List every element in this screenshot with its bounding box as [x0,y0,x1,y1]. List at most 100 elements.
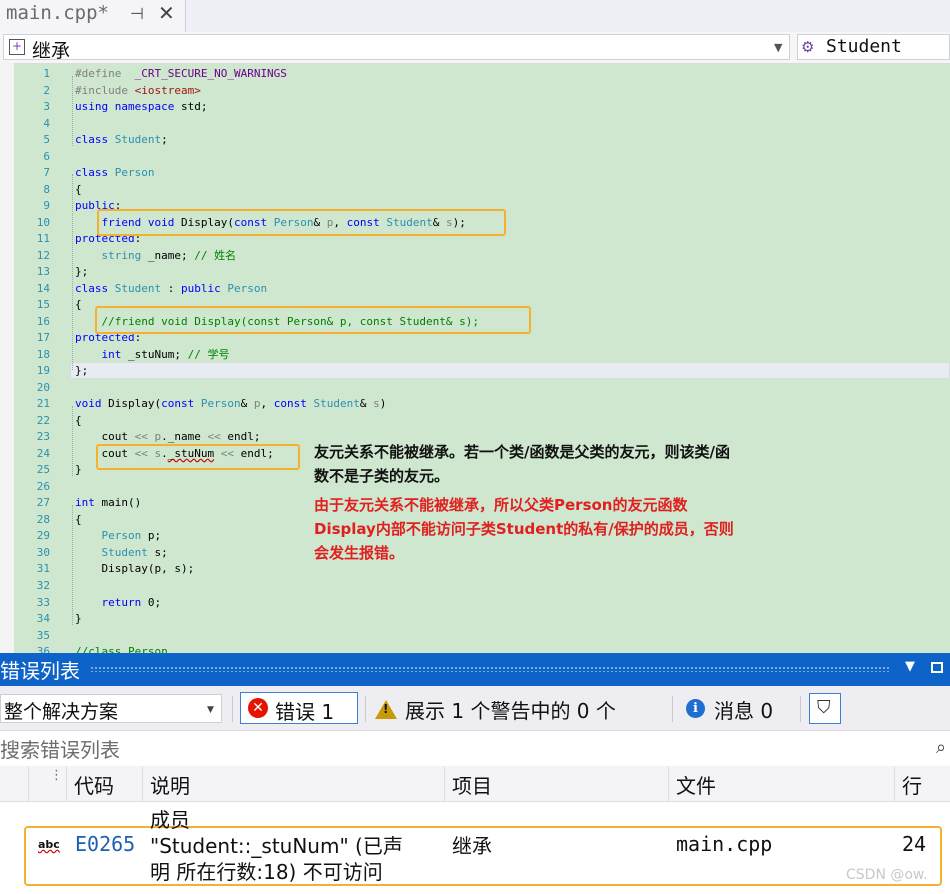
code-token: s [373,397,380,411]
code-line[interactable]: #include <iostream> [75,83,479,100]
code-line[interactable] [75,380,479,397]
code-line[interactable]: class Student; [75,132,479,149]
line-number: 35 [36,628,50,642]
code-token: , [260,397,274,411]
column-header-file[interactable]: 文件 [676,770,716,799]
code-token: } [75,463,82,477]
line-number: 20 [36,380,50,394]
sort-grip-icon[interactable]: ⋮ [50,768,63,783]
line-number: 32 [36,578,50,592]
search-icon[interactable]: ⌕ [936,737,946,758]
outline-guide [72,505,73,625]
line-number: 8 [43,182,50,196]
outline-guide [72,174,73,370]
code-line[interactable]: string _name; // 姓名 [75,248,479,265]
toolbar-divider [800,696,801,722]
code-line[interactable]: #define _CRT_SECURE_NO_WARNINGS [75,66,479,83]
column-divider [142,766,143,801]
maximize-icon[interactable] [931,662,943,673]
code-editor[interactable]: #define _CRT_SECURE_NO_WARNINGS #include … [75,66,479,661]
code-token: _CRT_SECURE_NO_WARNINGS [134,67,287,80]
code-token: & [359,397,374,411]
line-number: 7 [43,166,50,180]
error-file: main.cpp [676,832,773,856]
error-list-search[interactable]: 搜索错误列表 ⌕ [0,730,950,767]
code-line[interactable]: return 0; [75,595,479,612]
spell-error-icon: abc [38,838,60,851]
code-token: int [75,496,95,510]
filter-button[interactable]: ⛉ [809,693,841,724]
code-token: ) [379,397,387,411]
code-line[interactable]: class Person [75,165,479,182]
column-divider [28,766,29,801]
code-line[interactable]: int _stuNum; // 学号 [75,347,479,364]
code-token: Student [313,397,360,411]
code-line[interactable] [75,628,479,645]
code-token: void [75,397,102,411]
code-token: Display( [101,397,162,411]
toolbar-divider [232,696,233,722]
filter-icon: ⛉ [817,697,831,718]
solution-scope-select[interactable]: 整个解决方案 ▼ [0,694,222,723]
code-line[interactable]: { [75,413,479,430]
code-token: Person [227,281,268,295]
errors-filter-button[interactable]: ✕ 错误 1 [240,692,358,724]
column-divider [66,766,67,801]
error-description-line1: 成员 [150,808,190,832]
code-line[interactable]: }; [75,264,479,281]
code-line[interactable] [75,149,479,166]
error-icon: ✕ [248,698,268,718]
code-token: // 学号 [187,347,230,361]
line-number: 15 [36,298,50,312]
member-label: Student [826,36,902,57]
line-number: 23 [36,430,50,444]
line-number: 30 [36,545,50,559]
code-line[interactable]: class Student : public Person [75,281,479,298]
tab-main-cpp[interactable]: main.cpp* ⊣ ✕ [0,0,186,32]
column-header-project[interactable]: 项目 [452,770,492,799]
project-scope-dropdown[interactable]: + 继承 ▼ [3,34,790,62]
code-token: } [75,612,82,626]
code-token: const [273,397,307,411]
code-line[interactable]: }; [75,363,479,380]
solution-scope-label: 整个解决方案 [4,701,119,723]
code-line[interactable]: void Display(const Person& p, const Stud… [75,396,479,413]
error-list-titlebar: 错误列表 ▼ [0,653,950,686]
line-number: 19 [36,364,50,378]
line-number: 21 [36,397,50,411]
member-dropdown[interactable]: ⚙ Student [797,34,950,60]
drag-grip[interactable] [90,666,890,672]
project-icon: + [9,39,25,55]
code-line[interactable] [75,116,479,133]
line-number: 17 [36,331,50,345]
warnings-filter-button[interactable]: 展示 1 个警告中的 0 个 [405,695,616,724]
window-menu-icon[interactable]: ▼ [905,659,915,674]
close-tab-icon[interactable]: ✕ [158,1,175,25]
search-input[interactable]: 搜索错误列表 [0,734,120,763]
watermark: CSDN @ow. [846,867,928,883]
code-token: }; [75,265,89,279]
code-line[interactable]: { [75,182,479,199]
error-list-toolbar: 整个解决方案 ▼ ✕ 错误 1 ! 展示 1 个警告中的 0 个 i 消息 0 … [0,686,950,730]
code-line[interactable]: using namespace std; [75,99,479,116]
info-icon[interactable]: i [686,699,705,718]
code-line[interactable]: } [75,611,479,628]
annotation-note: 友元关系不能被继承。若一个类/函数是父类的友元，则该类/函数不是子类的友元。 [314,443,730,485]
messages-filter-button[interactable]: 消息 0 [714,695,773,724]
code-token: class [75,133,109,147]
error-line: 24 [902,832,927,856]
code-line[interactable] [75,578,479,595]
pin-icon[interactable]: ⊣ [130,4,144,23]
column-header-code[interactable]: 代码 [74,770,114,799]
error-code-link[interactable]: E0265 [75,832,135,856]
code-token: Person [114,166,155,180]
column-header-description[interactable]: 说明 [150,770,190,799]
code-token: : [161,281,181,295]
class-icon: ⚙ [801,38,815,56]
error-list-header: ⋮ 代码 说明 项目 文件 行 [0,766,950,802]
code-token: <iostream> [134,83,201,97]
chevron-down-icon: ▼ [207,705,214,715]
column-header-line[interactable]: 行 [902,770,922,799]
line-number: 24 [36,446,50,460]
chevron-down-icon[interactable]: ▼ [774,41,782,54]
